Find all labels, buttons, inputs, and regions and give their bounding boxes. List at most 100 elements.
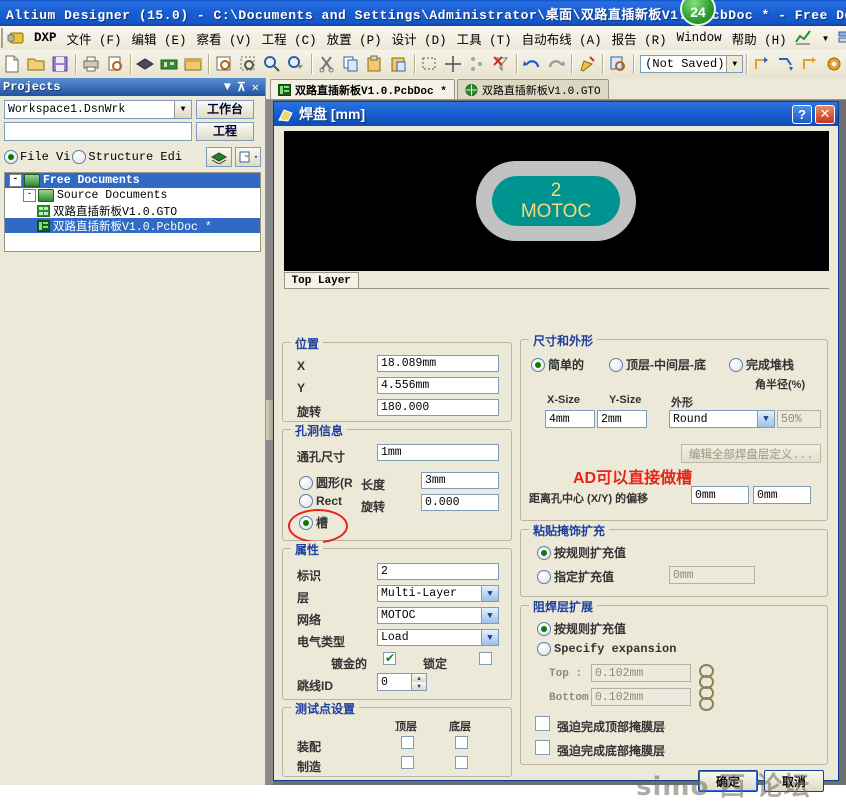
rotation-input[interactable]: 180.000 (377, 399, 499, 416)
testpoint-assembly-bottom-checkbox[interactable] (455, 736, 468, 749)
clear-filter-icon[interactable] (490, 53, 512, 75)
zoom-filter-icon[interactable] (285, 53, 307, 75)
electrical-type-dropdown[interactable]: Load ▼ (377, 629, 499, 646)
redo-icon[interactable] (545, 53, 567, 75)
panel-menu-icon[interactable]: ▼ (224, 80, 231, 94)
menu-item-design[interactable]: 设计 (D) (387, 27, 452, 50)
workspace-dropdown[interactable]: Workspace1.DsnWrk ▼ (4, 100, 192, 119)
paste-mask-rule-radio[interactable]: 按规则扩充值 (537, 544, 626, 561)
stepper-up-icon[interactable]: ▲ (411, 674, 426, 682)
print-preview-icon[interactable] (104, 53, 126, 75)
chevron-down-icon[interactable]: ▼ (757, 411, 774, 427)
paste-special-icon[interactable] (388, 53, 410, 75)
hole-shape-rect-radio[interactable]: Rect (299, 494, 342, 508)
layers-icon[interactable] (836, 27, 846, 49)
testpoint-assembly-top-checkbox[interactable] (401, 736, 414, 749)
project-button[interactable]: 工程 (196, 122, 254, 141)
hole-rotation-input[interactable]: 0.000 (421, 494, 499, 511)
layer-stack-icon[interactable] (206, 147, 232, 167)
expander-icon[interactable]: - (9, 174, 22, 187)
close-icon[interactable]: ✕ (252, 80, 259, 95)
via-icon[interactable] (823, 53, 845, 75)
save-icon[interactable] (49, 53, 71, 75)
testpoint-fabrication-top-checkbox[interactable] (401, 756, 414, 769)
menu-item-tools[interactable]: 工具 (T) (452, 27, 517, 50)
solder-mask-rule-radio[interactable]: 按规则扩充值 (537, 620, 626, 637)
menu-item-file[interactable]: 文件 (F) (62, 27, 127, 50)
pin-icon[interactable]: ⊼ (237, 80, 246, 95)
menu-item-window[interactable]: Window (672, 29, 727, 47)
chevron-down-icon[interactable]: ▼ (726, 56, 743, 72)
board-icon[interactable] (134, 53, 156, 75)
menu-item-place[interactable]: 放置 (P) (322, 27, 387, 50)
tree-node-source-documents[interactable]: - Source Documents (5, 188, 260, 203)
undo-icon[interactable] (521, 53, 543, 75)
route-interactive-icon[interactable] (799, 53, 821, 75)
chevron-down-icon[interactable]: ▼ (481, 586, 498, 601)
menu-item-dxp[interactable]: DXP (29, 29, 62, 47)
force-bottom-mask-checkbox[interactable] (535, 740, 550, 755)
cut-icon[interactable] (316, 53, 338, 75)
y-input[interactable]: 4.556mm (377, 377, 499, 394)
chart-icon[interactable] (793, 27, 815, 49)
route-branch-icon[interactable] (775, 53, 797, 75)
help-button[interactable]: ? (792, 104, 812, 124)
size-mode-tmb-radio[interactable]: 顶层-中间层-底 (609, 356, 706, 373)
menu-item-project[interactable]: 工程 (C) (257, 27, 322, 50)
menu-item-edit[interactable]: 编辑 (E) (127, 27, 192, 50)
hole-length-input[interactable]: 3mm (421, 472, 499, 489)
editor-vertical-scrollbar-track[interactable] (266, 100, 273, 785)
copy-icon[interactable] (340, 53, 362, 75)
open-project-icon[interactable]: ▾ (235, 147, 261, 167)
layer-tab-top[interactable]: Top Layer (283, 272, 359, 288)
new-document-icon[interactable] (1, 53, 23, 75)
solder-mask-specify-radio[interactable]: Specify expansion (537, 642, 676, 656)
tree-node-pcbdoc-file[interactable]: 双路直插新板V1.0.PcbDoc * (5, 218, 260, 234)
hole-size-input[interactable]: 1mm (377, 444, 499, 461)
chart-dropdown-arrow[interactable]: ▾ (817, 28, 835, 48)
tree-node-gto-file[interactable]: 双路直插新板V1.0.GTO (5, 203, 260, 219)
paste-mask-specify-radio[interactable]: 指定扩充值 (537, 568, 614, 585)
expander-icon[interactable]: - (23, 189, 36, 202)
doc-tab-pcbdoc[interactable]: 双路直插新板V1.0.PcbDoc * (270, 79, 455, 99)
menu-item-autoroute[interactable]: 自动布线 (A) (517, 27, 607, 50)
workbench-button[interactable]: 工作台 (196, 100, 254, 119)
window-tile-icon[interactable] (182, 53, 204, 75)
file-view-radio[interactable] (4, 150, 18, 164)
x-size-input[interactable]: 4mm (545, 410, 595, 428)
zoom-area-icon[interactable] (237, 53, 259, 75)
paste-icon[interactable] (364, 53, 386, 75)
print-icon[interactable] (80, 53, 102, 75)
align-icon[interactable] (466, 53, 488, 75)
chevron-down-icon[interactable]: ▼ (481, 630, 498, 645)
jumper-id-stepper[interactable]: 0 ▲ ▼ (377, 673, 427, 691)
plated-checkbox[interactable] (383, 651, 396, 665)
size-mode-fullstack-radio[interactable]: 完成堆栈 (729, 356, 794, 373)
tree-node-free-documents[interactable]: - Free Documents (5, 173, 260, 188)
pcb-view-icon[interactable] (158, 53, 180, 75)
inspect-icon[interactable] (607, 53, 629, 75)
size-mode-simple-radio[interactable]: 简单的 (531, 356, 584, 373)
doc-tab-gto[interactable]: 双路直插新板V1.0.GTO (456, 79, 609, 99)
open-folder-icon[interactable] (25, 53, 47, 75)
saved-state-dropdown[interactable]: (Not Saved) ▼ (640, 55, 744, 73)
offset-y-input[interactable]: 0mm (753, 486, 811, 504)
select-area-icon[interactable] (418, 53, 440, 75)
testpoint-fabrication-bottom-checkbox[interactable] (455, 756, 468, 769)
locked-checkbox[interactable] (479, 652, 492, 665)
menu-item-reports[interactable]: 报告 (R) (607, 27, 672, 50)
layer-dropdown[interactable]: Multi-Layer ▼ (377, 585, 499, 602)
chevron-down-icon[interactable]: ▼ (174, 101, 191, 118)
zoom-document-icon[interactable] (213, 53, 235, 75)
stepper-down-icon[interactable]: ▼ (411, 682, 426, 690)
link-chain-icon[interactable] (699, 664, 714, 711)
highlight-icon[interactable] (576, 53, 598, 75)
project-tree[interactable]: - Free Documents - Source Documents 双路直插… (4, 172, 261, 252)
y-size-input[interactable]: 2mm (597, 410, 647, 428)
net-dropdown[interactable]: MOTOC ▼ (377, 607, 499, 624)
move-icon[interactable] (442, 53, 464, 75)
hole-shape-round-radio[interactable]: 圆形(R (299, 474, 353, 491)
offset-x-input[interactable]: 0mm (691, 486, 749, 504)
structure-editor-radio[interactable] (72, 150, 87, 164)
project-field[interactable] (4, 122, 192, 141)
